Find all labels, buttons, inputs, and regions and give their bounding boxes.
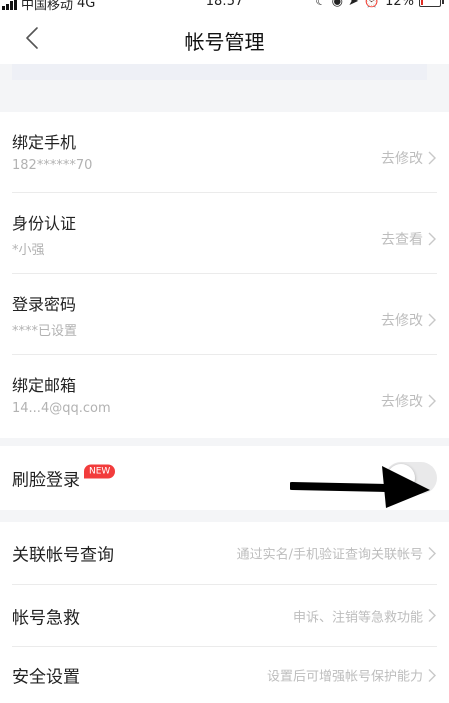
account-binding-group: 绑定手机 182******70 去修改 身份认证 *小强 去查看 登录密码 *…	[0, 112, 449, 438]
row-action-label: 去修改	[381, 394, 423, 410]
row-action[interactable]: 去修改	[381, 391, 437, 411]
chevron-right-icon	[428, 151, 436, 165]
chevron-right-icon	[428, 668, 436, 682]
status-bar: 中国移动 4G 18:57 ☾ ◉ ➤ ⏰ 12%	[0, 0, 449, 14]
login-password-row[interactable]: 登录密码 ****已设置 去修改	[12, 274, 437, 355]
row-action[interactable]: 去查看	[381, 229, 437, 249]
chevron-right-icon	[428, 546, 436, 560]
account-rescue-row[interactable]: 帐号急救 申诉、注销等急救功能	[12, 585, 437, 647]
row-action-label: 申诉、注销等急救功能	[292, 610, 423, 625]
banner-strip	[12, 64, 427, 80]
row-action[interactable]: 申诉、注销等急救功能	[293, 606, 437, 625]
row-action-label: 去修改	[381, 151, 423, 167]
row-action-label: 去查看	[381, 232, 423, 248]
row-title: 关联帐号查询	[12, 545, 114, 566]
row-action[interactable]: 通过实名/手机验证查询关联帐号	[237, 544, 437, 563]
new-badge: NEW	[84, 464, 116, 478]
page-title: 帐号管理	[184, 30, 265, 54]
bind-phone-row[interactable]: 绑定手机 182******70 去修改	[12, 112, 437, 193]
row-title: 身份认证	[12, 214, 77, 233]
chevron-right-icon	[428, 394, 436, 408]
bind-email-row[interactable]: 绑定邮箱 14...4@qq.com 去修改	[12, 355, 437, 436]
location-icon: ➤	[348, 0, 359, 9]
battery-icon	[419, 0, 444, 7]
row-action[interactable]: 设置后可增强帐号保护能力	[267, 666, 437, 685]
row-action-label: 去修改	[381, 313, 423, 329]
row-action-label: 设置后可增强帐号保护能力	[266, 669, 423, 685]
row-title: 安全设置	[12, 667, 80, 688]
moon-icon: ☾	[315, 0, 327, 9]
nav-bar: 帐号管理	[0, 14, 449, 64]
row-subtitle: 182******70	[12, 158, 93, 173]
row-action[interactable]: 去修改	[381, 148, 437, 168]
linked-account-row[interactable]: 关联帐号查询 通过实名/手机验证查询关联帐号	[12, 522, 437, 585]
row-title: 刷脸登录 NEW	[12, 464, 116, 491]
alarm-icon: ⏰	[363, 0, 381, 9]
status-right: ☾ ◉ ➤ ⏰ 12%	[315, 0, 444, 9]
row-title: 绑定手机	[12, 133, 77, 152]
chevron-right-icon	[428, 313, 436, 327]
row-action[interactable]: 去修改	[381, 310, 437, 330]
row-action-label: 通过实名/手机验证查询关联帐号	[236, 547, 423, 563]
row-title: 登录密码	[12, 295, 77, 314]
lock-rotation-icon: ◉	[331, 0, 343, 9]
arrow-annotation-icon	[290, 466, 430, 508]
battery-percent: 12%	[385, 0, 414, 9]
face-login-label: 刷脸登录	[12, 470, 80, 491]
identity-verify-row[interactable]: 身份认证 *小强 去查看	[12, 193, 437, 274]
row-title: 绑定邮箱	[12, 376, 77, 395]
more-options-group: 关联帐号查询 通过实名/手机验证查询关联帐号 帐号急救 申诉、注销等急救功能 安…	[0, 522, 449, 703]
row-subtitle: 14...4@qq.com	[12, 401, 111, 416]
chevron-right-icon	[428, 232, 436, 246]
chevron-right-icon	[428, 609, 436, 622]
row-subtitle: *小强	[12, 243, 45, 258]
row-title: 帐号急救	[12, 608, 80, 628]
security-settings-row[interactable]: 安全设置 设置后可增强帐号保护能力	[12, 647, 437, 703]
row-subtitle: ****已设置	[12, 324, 78, 339]
